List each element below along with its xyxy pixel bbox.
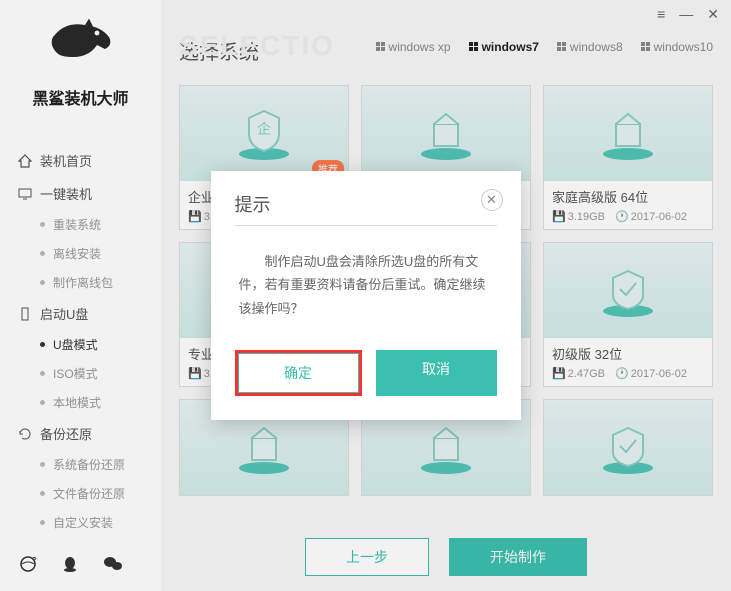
dialog-actions: 确定 取消 bbox=[235, 350, 497, 396]
modal-overlay: 提示 ✕ 制作启动U盘会清除所选U盘的所有文件，若有重要资料请备份后重试。确定继… bbox=[0, 0, 731, 591]
dialog-close-button[interactable]: ✕ bbox=[481, 189, 503, 211]
dialog-body: 制作启动U盘会清除所选U盘的所有文件，若有重要资料请备份后重试。确定继续该操作吗… bbox=[235, 226, 497, 350]
confirm-highlight: 确定 bbox=[235, 350, 362, 396]
dialog-title: 提示 bbox=[235, 191, 497, 226]
confirm-dialog: 提示 ✕ 制作启动U盘会清除所选U盘的所有文件，若有重要资料请备份后重试。确定继… bbox=[211, 171, 521, 420]
cancel-button[interactable]: 取消 bbox=[376, 350, 497, 396]
confirm-button[interactable]: 确定 bbox=[238, 353, 359, 393]
